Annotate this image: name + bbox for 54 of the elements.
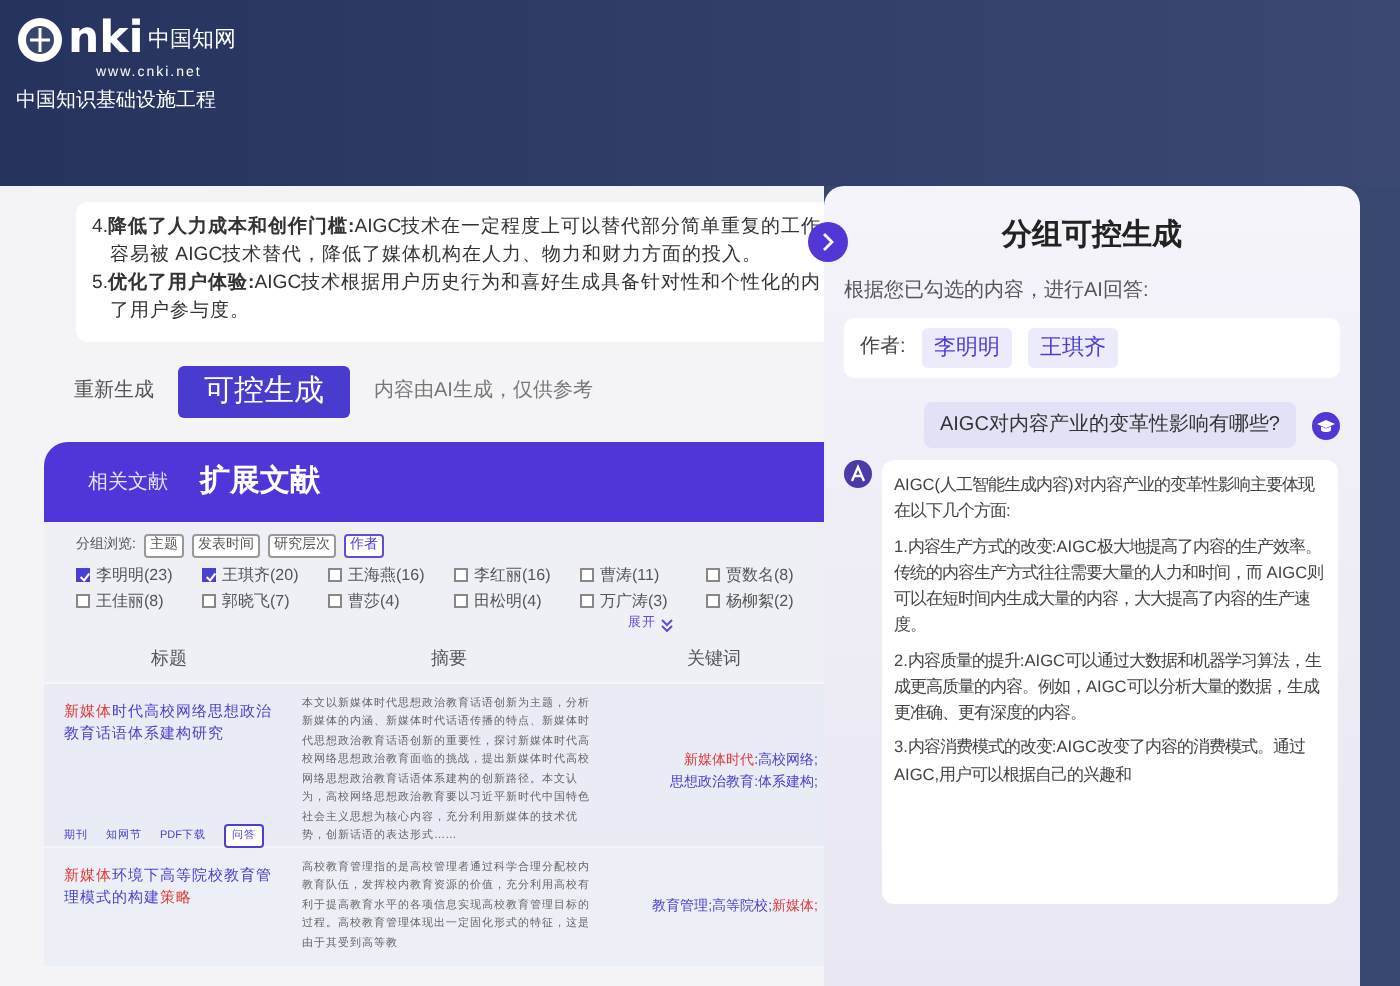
intro-text: 根据您已勾选的内容，进行AI回答:	[844, 277, 1151, 305]
checkbox[interactable]	[706, 568, 720, 583]
literature-tab[interactable]: 相关文献	[88, 467, 168, 498]
author-name: 贾数名(8)	[726, 566, 794, 586]
author-name: 李红丽(16)	[474, 566, 551, 586]
author-chip: 王琪齐	[1027, 327, 1118, 368]
logo-tagline: 中国知识基础设施工程	[16, 87, 218, 115]
answer-line: 了用户参与度。	[108, 297, 252, 326]
author-name: 万广涛(3)	[600, 591, 668, 611]
chevron-down-icon	[660, 618, 674, 633]
logo-text: nki	[68, 18, 144, 62]
author-name: 杨柳絮(2)	[726, 591, 794, 611]
author-name: 王琪齐(20)	[222, 566, 299, 586]
checkbox[interactable]	[202, 568, 216, 583]
checkbox[interactable]	[202, 594, 216, 609]
checkbox[interactable]	[328, 594, 342, 609]
answer-line: 容易被 AIGC技术替代，降低了媒体机构在人力、物力和财力方面的投入。	[108, 241, 765, 270]
author-chip: 李明明	[921, 327, 1012, 368]
checkmark-icon	[204, 570, 218, 585]
answer-paragraph: 1.内容生产方式的改变:AIGC极大地提高了内容的生产效率。传统的内容生产方式往往需要大量的人力和时间，而 AIGC则可以在短时间内生成大量的内容，大大提高了内容的生产速度。	[894, 533, 1326, 639]
question-bubble: AIGC对内容产业的变革性影响有哪些?	[923, 402, 1296, 448]
checkbox[interactable]	[76, 594, 90, 609]
column-header: 关键词	[685, 646, 743, 673]
checkbox[interactable]	[580, 568, 594, 583]
answer-line: 5.优化了用户体验:AIGC技术根据用户历史行为和喜好生成具备针对性和个性化的内	[92, 269, 824, 298]
checkbox[interactable]	[454, 568, 468, 583]
column-header: 摘要	[429, 646, 469, 673]
checkbox[interactable]	[706, 594, 720, 609]
disclaimer-text: 内容由AI生成，仅供参考	[374, 377, 593, 407]
author-name: 郭晓飞(7)	[222, 591, 290, 611]
chevron-right-icon	[820, 232, 836, 252]
author-name: 王海燕(16)	[348, 566, 425, 586]
author-name: 曹莎(4)	[348, 591, 400, 611]
panel-title: 分组可控生成	[999, 216, 1184, 256]
checkbox[interactable]	[76, 568, 90, 583]
answer-paragraph: AIGC(人工智能生成内容)对内容产业的变革性影响主要体现在以下几个方面:	[894, 472, 1317, 525]
checkbox[interactable]	[454, 594, 468, 609]
column-header: 标题	[149, 646, 189, 673]
author-name: 田松明(4)	[474, 591, 542, 611]
checkmark-icon	[78, 570, 92, 585]
answer-paragraph: 2.内容质量的提升:AIGC可以通过大数据和机器学习算法，生成更高质量的内容。例如，AIGC可以分析大量的数据，生成更准确、更有深度的内容。	[894, 647, 1324, 727]
checkbox[interactable]	[328, 568, 342, 583]
assistant-avatar-icon	[844, 460, 872, 488]
checkbox[interactable]	[580, 594, 594, 609]
author-name: 王佳丽(8)	[96, 591, 164, 611]
author-name: 李明明(23)	[96, 566, 173, 586]
filter-label: 作者:	[860, 333, 906, 363]
answer-paragraph: 3.内容消费模式的改变:AIGC改变了内容的消费模式。通过AIGC,用户可以根据自己的兴趣和	[894, 734, 1308, 788]
literature-tab[interactable]: 扩展文献	[200, 459, 320, 505]
controlled-generate-button[interactable]: 可控生成	[178, 365, 350, 419]
logo-name: 中国知网	[147, 23, 236, 56]
graduation-cap-icon	[1312, 411, 1340, 439]
author-name: 曹涛(11)	[600, 566, 660, 586]
regenerate-link[interactable]: 重新生成	[74, 376, 154, 407]
